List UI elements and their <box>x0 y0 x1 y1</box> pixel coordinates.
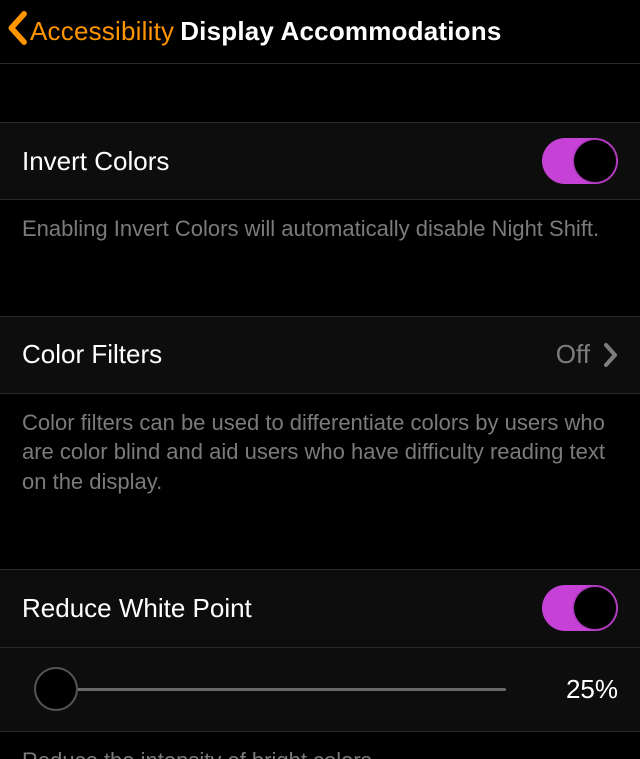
group-spacer <box>0 272 640 316</box>
color-filters-right: Off <box>556 339 618 370</box>
color-filters-label: Color Filters <box>22 339 162 370</box>
back-button[interactable]: Accessibility <box>6 11 174 52</box>
chevron-left-icon <box>6 11 28 52</box>
group-spacer <box>0 525 640 569</box>
group-spacer <box>0 64 640 122</box>
reduce-white-point-toggle[interactable] <box>542 585 618 631</box>
invert-colors-label: Invert Colors <box>22 146 169 177</box>
white-point-slider-row: 25% <box>0 648 640 732</box>
reduce-white-point-row[interactable]: Reduce White Point <box>0 569 640 647</box>
invert-colors-toggle[interactable] <box>542 138 618 184</box>
invert-colors-row[interactable]: Invert Colors <box>0 122 640 200</box>
slider-track <box>42 688 506 691</box>
page-title: Display Accommodations <box>180 16 501 47</box>
toggle-knob <box>574 140 616 182</box>
chevron-right-icon <box>604 343 618 367</box>
white-point-slider[interactable] <box>22 667 526 711</box>
slider-thumb[interactable] <box>34 667 78 711</box>
toggle-knob <box>574 587 616 629</box>
back-label: Accessibility <box>30 16 174 47</box>
color-filters-footer: Color filters can be used to differentia… <box>0 394 640 525</box>
color-filters-value: Off <box>556 339 590 370</box>
white-point-slider-value: 25% <box>546 674 618 705</box>
reduce-white-point-footer: Reduce the intensity of bright colors. <box>0 732 640 759</box>
color-filters-row[interactable]: Color Filters Off <box>0 316 640 394</box>
reduce-white-point-label: Reduce White Point <box>22 593 252 624</box>
settings-screen: Accessibility Display Accommodations Inv… <box>0 0 640 759</box>
navbar: Accessibility Display Accommodations <box>0 0 640 64</box>
invert-colors-footer: Enabling Invert Colors will automaticall… <box>0 200 640 272</box>
